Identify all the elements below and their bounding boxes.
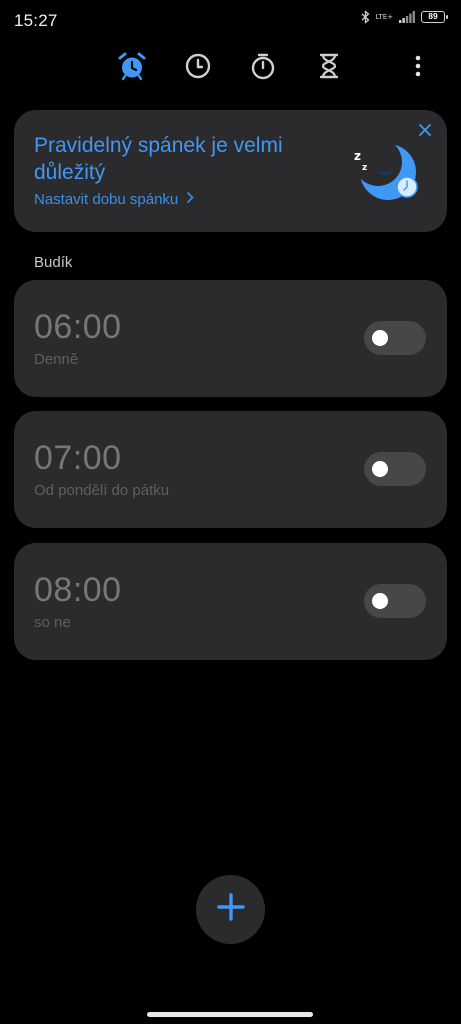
home-indicator[interactable]: [147, 1012, 313, 1017]
tab-stopwatch[interactable]: [243, 48, 283, 88]
alarm-time: 07:00: [34, 439, 122, 477]
promo-title: Pravidelný spánek je velmi důležitý: [34, 134, 283, 184]
more-vertical-icon: [415, 55, 421, 82]
alarm-card[interactable]: 07:00 Od pondělí do pátku: [14, 411, 447, 528]
alarm-repeat: Od pondělí do pátku: [34, 482, 170, 499]
tab-alarm[interactable]: [112, 48, 152, 88]
signal-icon: [399, 11, 415, 23]
tab-bar: [0, 48, 461, 88]
alarm-time: 08:00: [34, 571, 122, 609]
alarm-toggle[interactable]: [364, 452, 426, 486]
toggle-knob: [372, 593, 388, 609]
alarm-repeat: Denně: [34, 351, 79, 368]
status-time: 15:27: [14, 11, 58, 30]
hourglass-icon: [316, 52, 342, 85]
svg-text:z: z: [362, 163, 367, 173]
promo-link-label: Nastavit dobu spánku: [34, 191, 179, 208]
clock-app-screen: 15:27 LTE+ 89 Pravidelný spánek je velmi…: [0, 0, 461, 1024]
add-alarm-button[interactable]: [196, 875, 265, 944]
status-icons: LTE+ 89: [361, 10, 448, 24]
toggle-knob: [372, 461, 388, 477]
tab-timer[interactable]: [309, 48, 349, 88]
more-options-button[interactable]: [398, 48, 438, 88]
stopwatch-icon: [249, 52, 277, 85]
clock-icon: [184, 52, 212, 85]
alarm-repeat: so ne: [34, 614, 71, 631]
toggle-knob: [372, 330, 388, 346]
alarm-time: 06:00: [34, 308, 122, 346]
status-bar: 15:27 LTE+ 89: [0, 0, 461, 40]
sleep-promo-card[interactable]: Pravidelný spánek je velmi důležitý Nast…: [14, 110, 447, 232]
alarm-card[interactable]: 08:00 so ne: [14, 543, 447, 660]
tab-clock[interactable]: [178, 48, 218, 88]
svg-text:z: z: [354, 149, 361, 163]
set-sleep-time-link[interactable]: Nastavit dobu spánku: [34, 191, 194, 208]
alarm-toggle[interactable]: [364, 584, 426, 618]
close-icon: [419, 123, 431, 141]
network-type-label: LTE+: [375, 12, 394, 21]
plus-icon: [216, 892, 246, 927]
battery-icon: 89: [421, 11, 448, 23]
chevron-right-icon: [186, 191, 194, 208]
close-promo-button[interactable]: [415, 122, 435, 142]
sleeping-moon-icon: z z: [350, 138, 422, 212]
alarm-clock-icon: [117, 51, 147, 86]
battery-level: 89: [428, 11, 438, 21]
bluetooth-icon: [361, 10, 370, 24]
alarm-toggle[interactable]: [364, 321, 426, 355]
alarm-card[interactable]: 06:00 Denně: [14, 280, 447, 397]
alarms-section-label: Budík: [34, 254, 73, 271]
